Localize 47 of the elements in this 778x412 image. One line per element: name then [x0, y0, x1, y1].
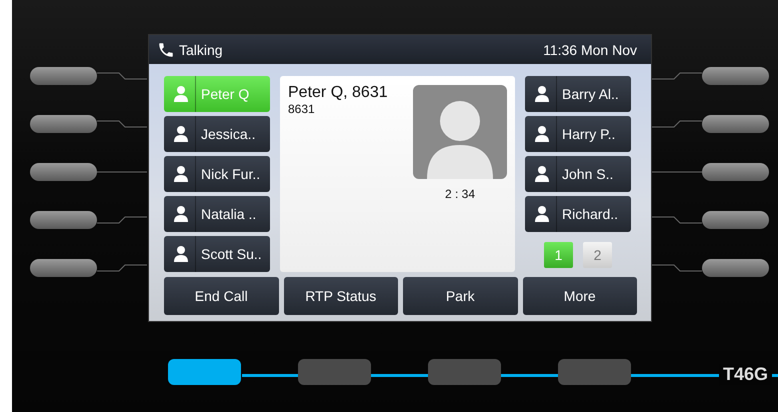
status-title: Talking: [179, 42, 223, 58]
line-button[interactable]: Richard..: [525, 196, 631, 232]
call-duration: 2 : 34: [444, 187, 476, 201]
person-icon: [173, 125, 189, 143]
line-key[interactable]: [30, 211, 97, 229]
line-key[interactable]: [30, 67, 97, 85]
person-icon: [534, 125, 550, 143]
person-icon: [534, 205, 550, 223]
softkey-button[interactable]: Park: [403, 277, 518, 315]
leader-line: [97, 264, 147, 272]
line-key[interactable]: [30, 115, 97, 133]
leader-line: [652, 120, 702, 128]
person-icon: [534, 85, 550, 103]
clock: 11:36 Mon Nov: [543, 42, 637, 58]
caller-name: Peter Q, 8631: [288, 84, 389, 102]
line-key[interactable]: [702, 115, 769, 133]
line-button[interactable]: Scott Su..: [164, 236, 270, 272]
line-key[interactable]: [702, 67, 769, 85]
person-icon: [173, 165, 189, 183]
softkey-button[interactable]: End Call: [164, 277, 278, 315]
line-key[interactable]: [30, 259, 97, 277]
line-button[interactable]: Barry Al..: [525, 76, 631, 112]
person-icon: [173, 205, 189, 223]
line-key[interactable]: [702, 163, 769, 181]
softkey-button[interactable]: RTP Status: [284, 277, 398, 315]
person-icon: [173, 245, 189, 263]
person-icon: [173, 85, 189, 103]
leader-line: [97, 171, 147, 173]
line-button[interactable]: Jessica..: [164, 116, 270, 152]
line-key[interactable]: [30, 163, 97, 181]
phone-icon: [157, 40, 175, 58]
line-button[interactable]: Harry P..: [525, 116, 631, 152]
person-icon: [534, 165, 550, 183]
leader-line: [97, 120, 147, 128]
line-button[interactable]: Natalia ..: [164, 196, 270, 232]
line-key[interactable]: [702, 259, 769, 277]
leader-line: [652, 216, 702, 224]
softkey-button[interactable]: More: [522, 277, 637, 315]
leader-line: [97, 72, 147, 80]
leader-line: [652, 72, 702, 80]
line-button[interactable]: John S..: [525, 156, 631, 192]
leader-line: [652, 171, 702, 173]
line-key[interactable]: [702, 211, 769, 229]
line-button[interactable]: Nick Fur..: [164, 156, 270, 192]
leader-line: [97, 216, 147, 224]
leader-line: [652, 264, 702, 272]
caller-number: 8631: [288, 102, 316, 116]
